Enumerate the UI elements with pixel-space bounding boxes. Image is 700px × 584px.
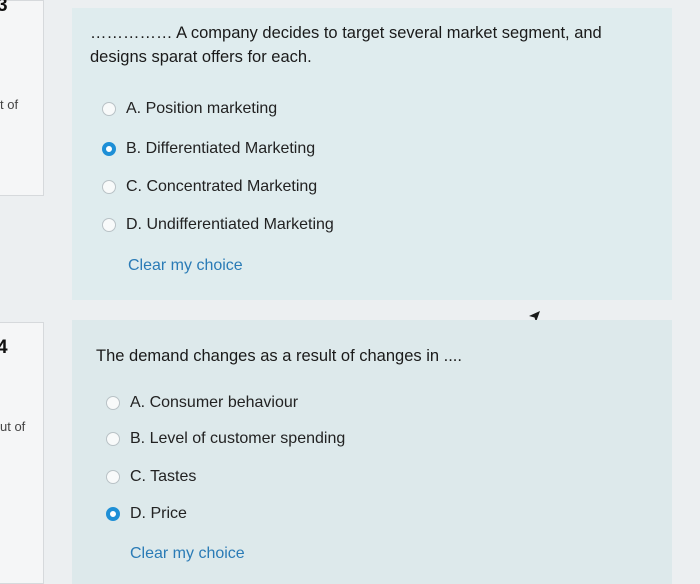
question-4-marks-text: ut of — [0, 419, 26, 434]
radio-unchecked-icon[interactable] — [102, 218, 116, 232]
radio-unchecked-icon[interactable] — [102, 180, 116, 194]
question-3-panel: …………… A company decides to target severa… — [72, 8, 672, 300]
question-4-panel: The demand changes as a result of change… — [72, 320, 672, 584]
question-4-option-a[interactable]: A. Consumer behaviour — [106, 394, 298, 412]
option-label: D. Price — [130, 505, 187, 522]
option-label: A. Position marketing — [126, 100, 278, 117]
question-4-clear-choice-link[interactable]: Clear my choice — [130, 545, 245, 563]
option-label: C. Concentrated Marketing — [126, 178, 318, 195]
question-3-option-c[interactable]: C. Concentrated Marketing — [102, 178, 317, 196]
radio-checked-icon[interactable] — [102, 142, 116, 156]
question-3-marks-text: t of — [0, 97, 19, 112]
question-3-option-d[interactable]: D. Undifferentiated Marketing — [102, 216, 334, 234]
question-4-option-d[interactable]: D. Price — [106, 505, 187, 523]
option-label: B. Level of customer spending — [130, 430, 346, 447]
radio-unchecked-icon[interactable] — [106, 470, 120, 484]
radio-unchecked-icon[interactable] — [102, 102, 116, 116]
option-label: A. Consumer behaviour — [130, 394, 299, 411]
question-3-info-panel: 3 t of — [0, 0, 44, 196]
question-4-number: 4 — [0, 337, 8, 358]
question-3-option-b[interactable]: B. Differentiated Marketing — [102, 140, 315, 158]
question-3-prompt-line-2: designs sparat offers for each. — [90, 48, 312, 66]
option-label: B. Differentiated Marketing — [126, 140, 316, 157]
question-4-option-c[interactable]: C. Tastes — [106, 468, 196, 486]
question-4-prompt: The demand changes as a result of change… — [96, 347, 462, 365]
radio-unchecked-icon[interactable] — [106, 432, 120, 446]
question-3-prompt: …………… A company decides to target severa… — [90, 21, 652, 69]
question-3-number: 3 — [0, 0, 8, 16]
question-4-info-panel: 4 ut of — [0, 322, 44, 584]
option-label: C. Tastes — [130, 468, 197, 485]
radio-checked-icon[interactable] — [106, 507, 120, 521]
question-4-option-b[interactable]: B. Level of customer spending — [106, 430, 345, 448]
quiz-page: 3 t of …………… A company decides to target… — [0, 0, 700, 584]
option-label: D. Undifferentiated Marketing — [126, 216, 334, 233]
question-3-prompt-line-1: …………… A company decides to target severa… — [90, 24, 602, 42]
question-3-clear-choice-link[interactable]: Clear my choice — [128, 257, 243, 275]
question-3-option-a[interactable]: A. Position marketing — [102, 100, 277, 118]
radio-unchecked-icon[interactable] — [106, 396, 120, 410]
